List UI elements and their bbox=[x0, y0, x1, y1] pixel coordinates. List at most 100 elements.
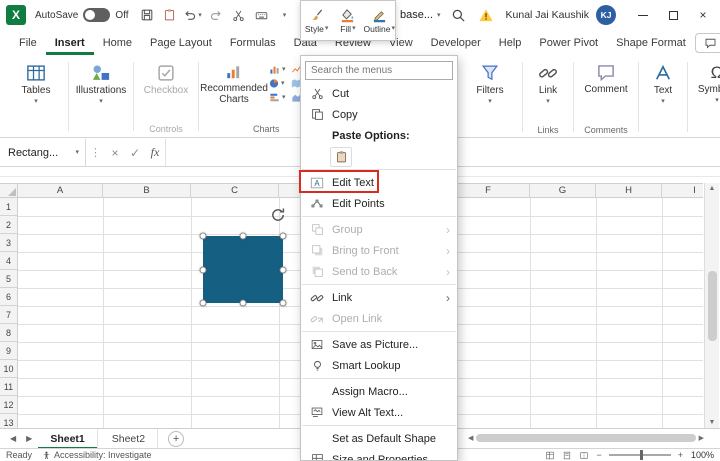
sheet-tab-sheet1[interactable]: Sheet1 bbox=[38, 428, 98, 449]
row-header-8[interactable]: 8 bbox=[0, 324, 18, 342]
row-header-3[interactable]: 3 bbox=[0, 234, 18, 252]
insert-function-button[interactable]: fx bbox=[145, 145, 165, 160]
name-box-resize-handle[interactable]: ⋮ bbox=[86, 146, 105, 159]
scroll-up-icon[interactable]: ▲ bbox=[709, 185, 716, 192]
handle-top-right[interactable] bbox=[279, 232, 287, 240]
handle-middle-right[interactable] bbox=[279, 266, 287, 273]
row-header-11[interactable]: 11 bbox=[0, 378, 18, 396]
redo-icon[interactable] bbox=[206, 4, 226, 26]
handle-bottom-left[interactable] bbox=[199, 299, 207, 307]
menu-item-view-alt-text[interactable]: View Alt Text... bbox=[301, 402, 457, 423]
menu-item-set-as-default-shape[interactable]: Set as Default Shape bbox=[301, 428, 457, 449]
document-title[interactable]: base... ▾ bbox=[400, 0, 441, 30]
zoom-slider-knob[interactable] bbox=[639, 450, 643, 460]
bar-chart-button[interactable]: ▾ bbox=[268, 92, 286, 103]
scroll-down-icon[interactable]: ▼ bbox=[709, 419, 716, 426]
sheet-next-icon[interactable]: ▶ bbox=[22, 434, 36, 443]
tab-insert[interactable]: Insert bbox=[46, 31, 94, 55]
zoom-in-icon[interactable]: + bbox=[678, 450, 683, 460]
vertical-scroll-thumb[interactable] bbox=[707, 270, 717, 341]
handle-top-center[interactable] bbox=[239, 232, 247, 240]
user-account[interactable]: Kunal Jai Kaushik KJ bbox=[506, 5, 616, 25]
shape-outline-button[interactable]: Outline ▾ bbox=[364, 1, 395, 40]
row-header-5[interactable]: 5 bbox=[0, 270, 18, 288]
recommended-charts-button[interactable]: Recommended Charts bbox=[200, 59, 268, 105]
handle-bottom-right[interactable] bbox=[279, 299, 287, 307]
row-header-7[interactable]: 7 bbox=[0, 306, 18, 324]
row-header-9[interactable]: 9 bbox=[0, 342, 18, 360]
sheet-prev-icon[interactable]: ◀ bbox=[6, 434, 20, 443]
select-all-corner[interactable] bbox=[0, 184, 18, 198]
column-header-A[interactable]: A bbox=[18, 184, 103, 198]
row-header-6[interactable]: 6 bbox=[0, 288, 18, 306]
page-break-view-icon[interactable] bbox=[579, 451, 589, 460]
menu-item-smart-lookup[interactable]: Smart Lookup bbox=[301, 355, 457, 376]
column-header-G[interactable]: G bbox=[530, 184, 596, 198]
column-header-H[interactable]: H bbox=[596, 184, 662, 198]
column-header-B[interactable]: B bbox=[103, 184, 191, 198]
menu-item-cut[interactable]: Cut bbox=[301, 83, 457, 104]
column-header-I[interactable]: I bbox=[662, 184, 703, 198]
row-header-13[interactable]: 13 bbox=[0, 414, 18, 428]
accessibility-checker[interactable]: Accessibility: Investigate bbox=[42, 450, 152, 460]
undo-icon[interactable]: ▾ bbox=[183, 4, 203, 26]
tab-page-layout[interactable]: Page Layout bbox=[141, 31, 221, 55]
shape-fill-button[interactable]: Fill ▾ bbox=[332, 1, 363, 40]
text-button[interactable]: Text ▾ bbox=[644, 59, 682, 105]
menu-search-input[interactable] bbox=[305, 61, 453, 80]
link-button[interactable]: Link ▾ bbox=[528, 59, 568, 105]
menu-item-assign-macro[interactable]: Assign Macro... bbox=[301, 381, 457, 402]
tab-help[interactable]: Help bbox=[490, 31, 531, 55]
keyboard-icon[interactable] bbox=[252, 4, 272, 26]
autosave-control[interactable]: AutoSave Off bbox=[35, 8, 129, 22]
tab-developer[interactable]: Developer bbox=[422, 31, 490, 55]
selected-shape[interactable] bbox=[199, 208, 287, 307]
column-header-C[interactable]: C bbox=[191, 184, 279, 198]
scroll-left-icon[interactable]: ◀ bbox=[468, 434, 473, 442]
horizontal-scroll-thumb[interactable] bbox=[476, 434, 696, 442]
menu-item-edit-points[interactable]: Edit Points bbox=[301, 193, 457, 214]
page-layout-view-icon[interactable] bbox=[562, 451, 572, 460]
zoom-level[interactable]: 100% bbox=[690, 450, 714, 460]
zoom-slider[interactable] bbox=[608, 450, 671, 460]
horizontal-scrollbar[interactable]: ◀ ▶ bbox=[468, 432, 704, 444]
menu-item-size-and-properties[interactable]: Size and Properties... bbox=[301, 449, 457, 460]
menu-item-save-as-picture[interactable]: Save as Picture... bbox=[301, 334, 457, 355]
pie-chart-button[interactable]: ▾ bbox=[268, 78, 286, 89]
handle-middle-left[interactable] bbox=[199, 266, 207, 273]
row-header-12[interactable]: 12 bbox=[0, 396, 18, 414]
shape-style-button[interactable]: Style ▾ bbox=[301, 1, 332, 40]
row-header-2[interactable]: 2 bbox=[0, 216, 18, 234]
new-sheet-button[interactable]: + bbox=[168, 430, 185, 447]
normal-view-icon[interactable] bbox=[545, 451, 555, 460]
tab-shape-format[interactable]: Shape Format bbox=[607, 31, 695, 55]
illustrations-button[interactable]: Illustrations ▾ bbox=[74, 59, 128, 105]
zoom-out-icon[interactable]: − bbox=[596, 450, 601, 460]
column-header-F[interactable]: F bbox=[447, 184, 530, 198]
menu-item-edit-text[interactable]: A Edit Text bbox=[301, 172, 457, 193]
tab-home[interactable]: Home bbox=[94, 31, 141, 55]
row-header-10[interactable]: 10 bbox=[0, 360, 18, 378]
maximize-button[interactable] bbox=[658, 0, 688, 30]
close-button[interactable]: × bbox=[688, 0, 718, 30]
autosave-toggle[interactable] bbox=[83, 8, 111, 22]
row-header-4[interactable]: 4 bbox=[0, 252, 18, 270]
handle-top-left[interactable] bbox=[199, 232, 207, 240]
menu-item-link[interactable]: Link › bbox=[301, 287, 457, 308]
enter-icon[interactable]: ✓ bbox=[125, 146, 145, 160]
handle-bottom-center[interactable] bbox=[239, 299, 247, 307]
minimize-button[interactable] bbox=[628, 0, 658, 30]
row-header-1[interactable]: 1 bbox=[0, 198, 18, 216]
symbols-button[interactable]: Ω Symbols ▾ bbox=[693, 59, 720, 104]
filters-button[interactable]: Filters ▾ bbox=[463, 59, 517, 105]
column-chart-button[interactable]: ▾ bbox=[268, 64, 286, 75]
comments-button[interactable]: Comments bbox=[694, 33, 720, 53]
sheet-tab-sheet2[interactable]: Sheet2 bbox=[100, 428, 159, 449]
tab-power-pivot[interactable]: Power Pivot bbox=[530, 31, 607, 55]
rotate-handle[interactable] bbox=[269, 206, 287, 224]
tab-file[interactable]: File bbox=[10, 31, 46, 55]
rectangle-shape[interactable] bbox=[203, 236, 283, 303]
scroll-right-icon[interactable]: ▶ bbox=[699, 434, 704, 442]
paste-icon[interactable] bbox=[330, 146, 352, 167]
search-icon[interactable] bbox=[451, 8, 466, 23]
